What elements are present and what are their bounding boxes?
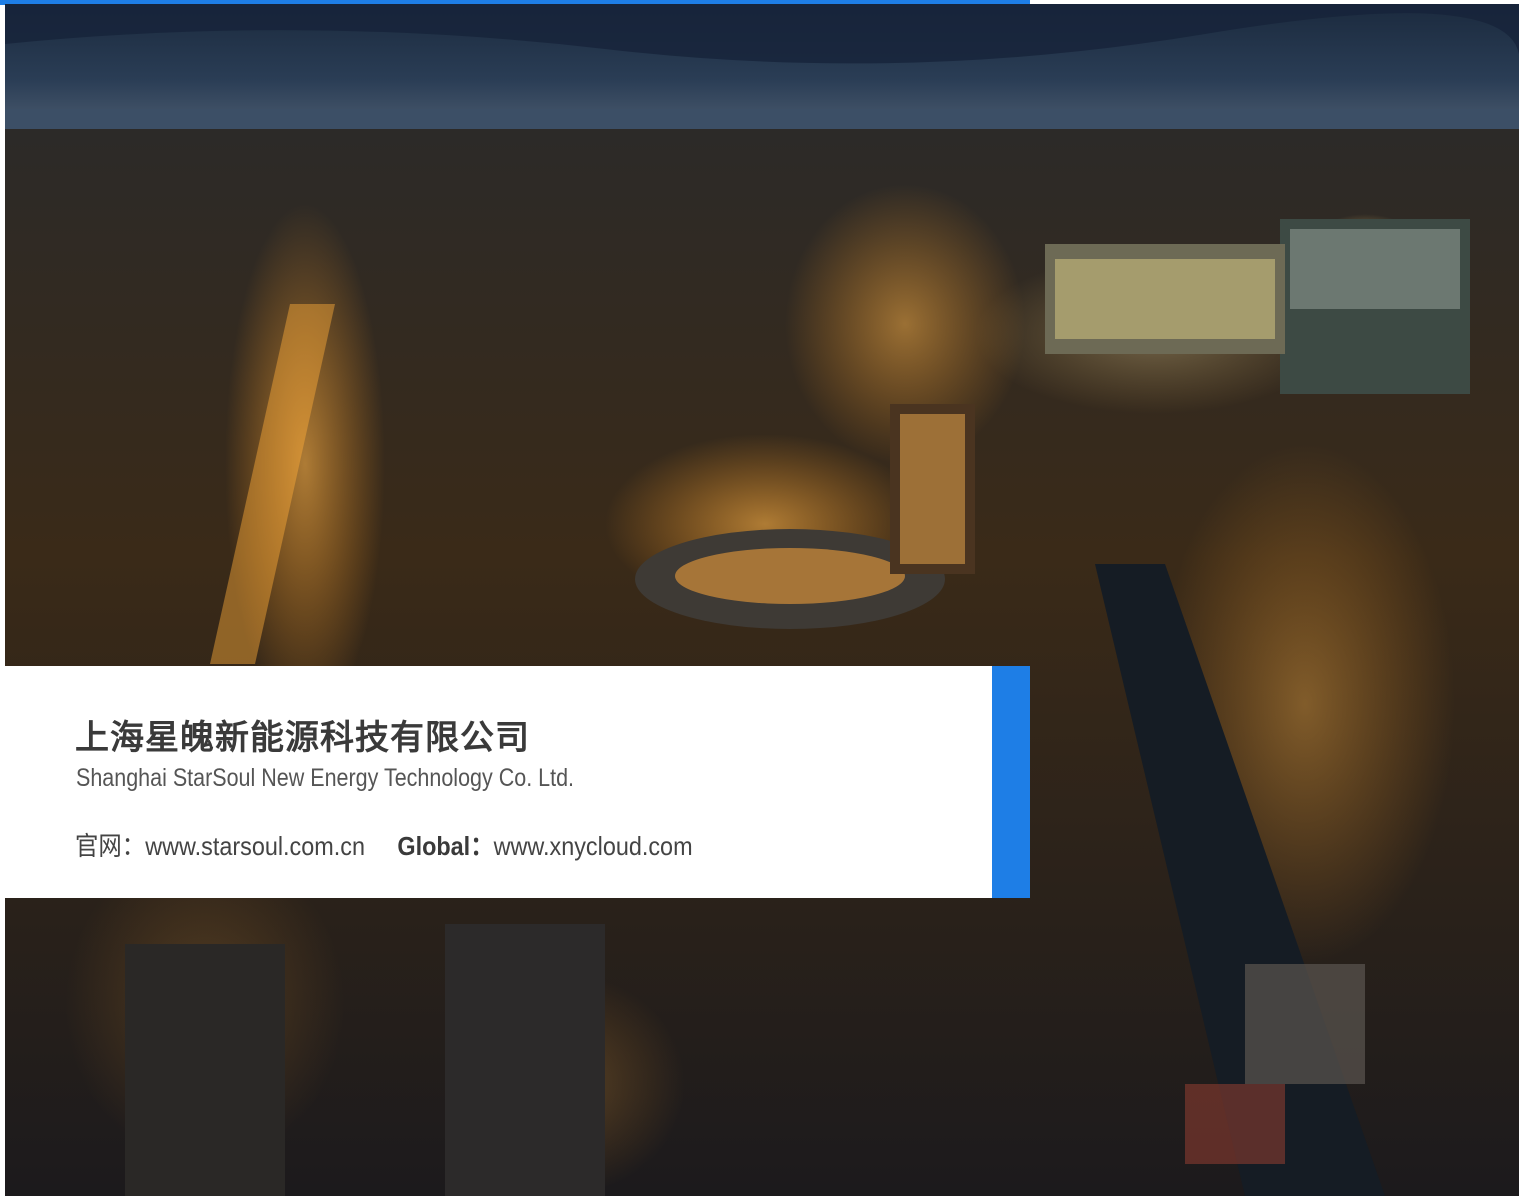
company-info-card: 上海星魄新能源科技有限公司 Shanghai StarSoul New Ener… xyxy=(0,666,1030,898)
website-links-row: 官网：www.starsoul.com.cn Global：www.xnyclou… xyxy=(75,826,693,863)
company-name-en: Shanghai StarSoul New Energy Technology … xyxy=(76,764,575,792)
brochure-cover: 上海星魄新能源科技有限公司 Shanghai StarSoul New Ener… xyxy=(0,0,1524,1196)
official-site-label: 官网： xyxy=(75,832,146,862)
city-night-aerial-photo xyxy=(5,4,1519,1196)
card-accent-bar xyxy=(992,666,1030,898)
global-site-url[interactable]: www.xnycloud.com xyxy=(494,831,693,861)
company-name-cn: 上海星魄新能源科技有限公司 xyxy=(75,718,530,758)
global-site-label: Global： xyxy=(397,831,494,861)
official-site-url[interactable]: www.starsoul.com.cn xyxy=(145,831,365,861)
